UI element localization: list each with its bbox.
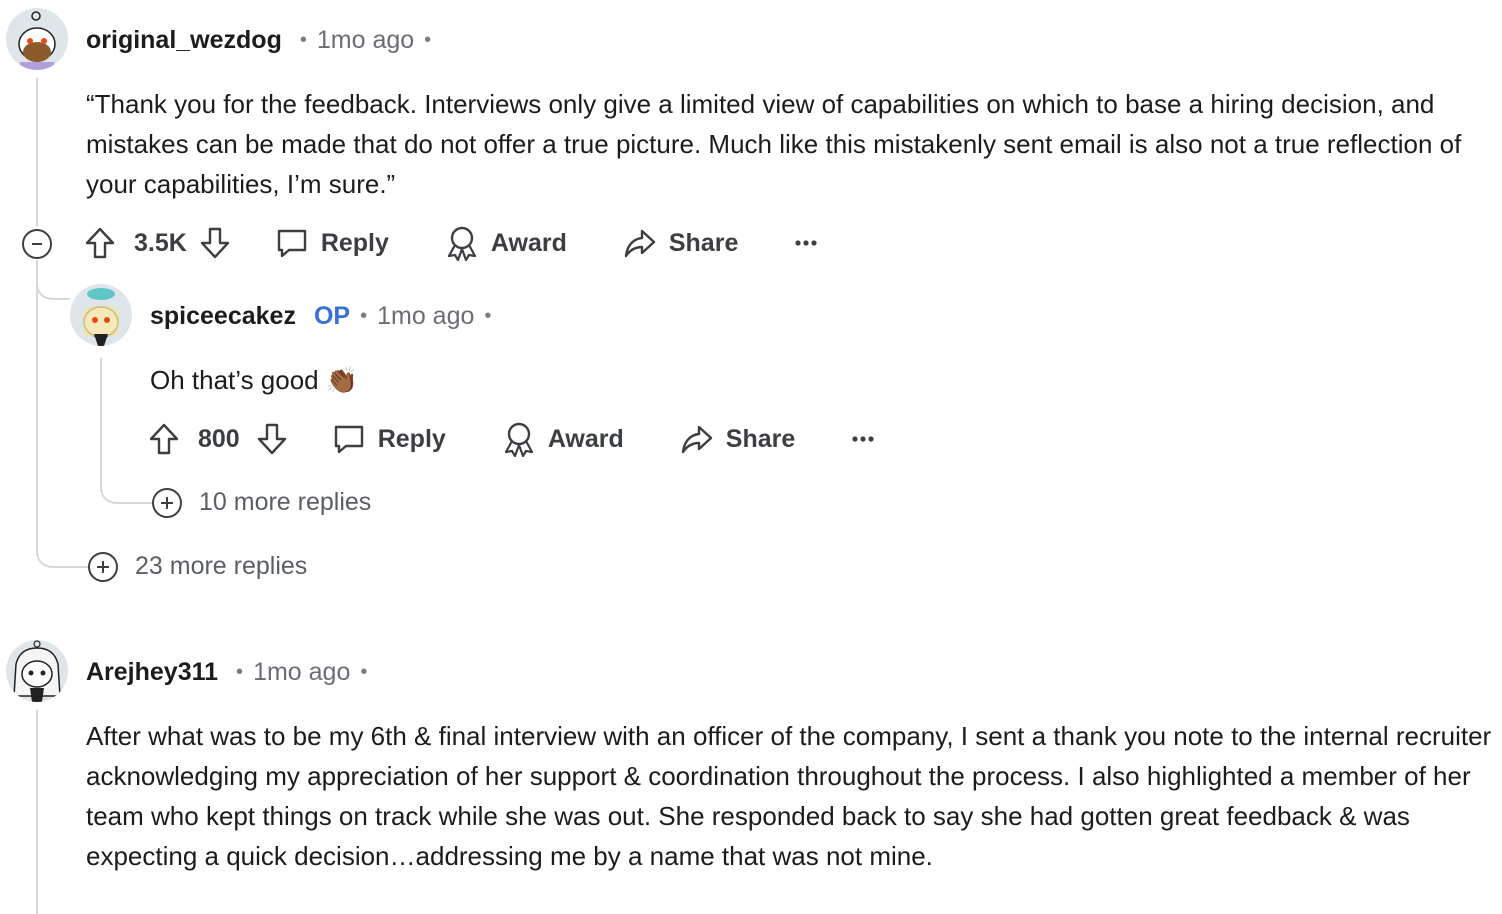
comment-icon	[277, 229, 307, 258]
expand-icon	[97, 561, 109, 573]
username[interactable]: spiceecakez	[150, 302, 296, 331]
avatar[interactable]	[6, 8, 68, 70]
thread-connector-reply	[36, 270, 70, 300]
award-label: Award	[547, 424, 624, 453]
upvote-icon	[85, 227, 115, 259]
share-icon	[624, 229, 656, 258]
comment-body: “Thank you for the feedback. Interviews …	[86, 89, 1462, 199]
avatar[interactable]	[70, 284, 132, 346]
thread-connector-more-1	[36, 520, 90, 568]
award-label: Award	[490, 228, 567, 257]
vote-score: 800	[198, 424, 240, 453]
reply-label: Reply	[377, 424, 446, 453]
reply-body: Oh that’s good 👏🏾	[150, 365, 359, 395]
timestamp[interactable]: 1mo ago	[317, 26, 414, 55]
timestamp[interactable]: 1mo ago	[253, 658, 350, 687]
reply-button[interactable]: Reply	[332, 422, 446, 456]
username[interactable]: Arejhey311	[86, 658, 218, 687]
downvote-icon	[257, 423, 286, 455]
share-label: Share	[668, 228, 739, 257]
more-replies-link[interactable]: 23 more replies	[135, 552, 307, 581]
avatar-image	[70, 284, 132, 346]
thread-connector-more-2	[100, 470, 154, 504]
downvote-button[interactable]	[256, 422, 288, 456]
upvote-icon	[149, 423, 179, 455]
award-button[interactable]: Award	[502, 421, 624, 457]
share-label: Share	[725, 424, 796, 453]
comment-meta: Arejhey311 • 1mo ago •	[86, 657, 368, 687]
username[interactable]: original_wezdog	[86, 26, 282, 55]
reply-meta: spiceecakez OP • 1mo ago •	[150, 301, 492, 331]
reply-button[interactable]: Reply	[275, 226, 389, 260]
overflow-icon	[852, 436, 874, 442]
share-button[interactable]: Share	[680, 423, 795, 455]
timestamp[interactable]: 1mo ago	[377, 302, 474, 331]
downvote-icon	[200, 227, 230, 259]
share-button[interactable]: Share	[623, 227, 738, 259]
comment-icon	[334, 425, 363, 454]
collapse-icon	[32, 243, 42, 245]
reply-label: Reply	[320, 228, 389, 257]
collapse-button[interactable]	[22, 229, 52, 259]
downvote-button[interactable]	[199, 226, 231, 260]
comment-body: After what was to be my 6th & final inte…	[86, 721, 1492, 871]
thread-line-3[interactable]	[36, 710, 38, 914]
expand-icon	[161, 497, 173, 509]
share-icon	[681, 425, 712, 454]
award-button[interactable]: Award	[445, 225, 567, 261]
vote-score: 3.5K	[134, 228, 187, 257]
thread-line-2[interactable]	[100, 358, 102, 488]
thread-line-1[interactable]	[36, 78, 38, 226]
expand-replies-button[interactable]	[152, 488, 182, 518]
avatar-image	[6, 640, 68, 702]
award-icon	[504, 422, 533, 457]
expand-replies-button[interactable]	[88, 552, 118, 582]
reply-actions: 800 Reply Award Share	[148, 419, 875, 459]
award-icon	[447, 226, 477, 261]
comment-meta: original_wezdog • 1mo ago •	[86, 25, 432, 55]
avatar[interactable]	[6, 640, 68, 702]
overflow-menu-button[interactable]	[794, 239, 818, 247]
comment-actions: 3.5K Reply Award Share	[84, 223, 818, 263]
upvote-button[interactable]	[84, 226, 116, 260]
thread-line-1b[interactable]	[36, 260, 38, 550]
overflow-icon	[795, 240, 817, 246]
upvote-button[interactable]	[148, 422, 180, 456]
avatar-image	[6, 8, 68, 70]
overflow-menu-button[interactable]	[851, 435, 875, 443]
more-replies-link[interactable]: 10 more replies	[199, 488, 371, 517]
op-badge: OP	[313, 301, 351, 330]
